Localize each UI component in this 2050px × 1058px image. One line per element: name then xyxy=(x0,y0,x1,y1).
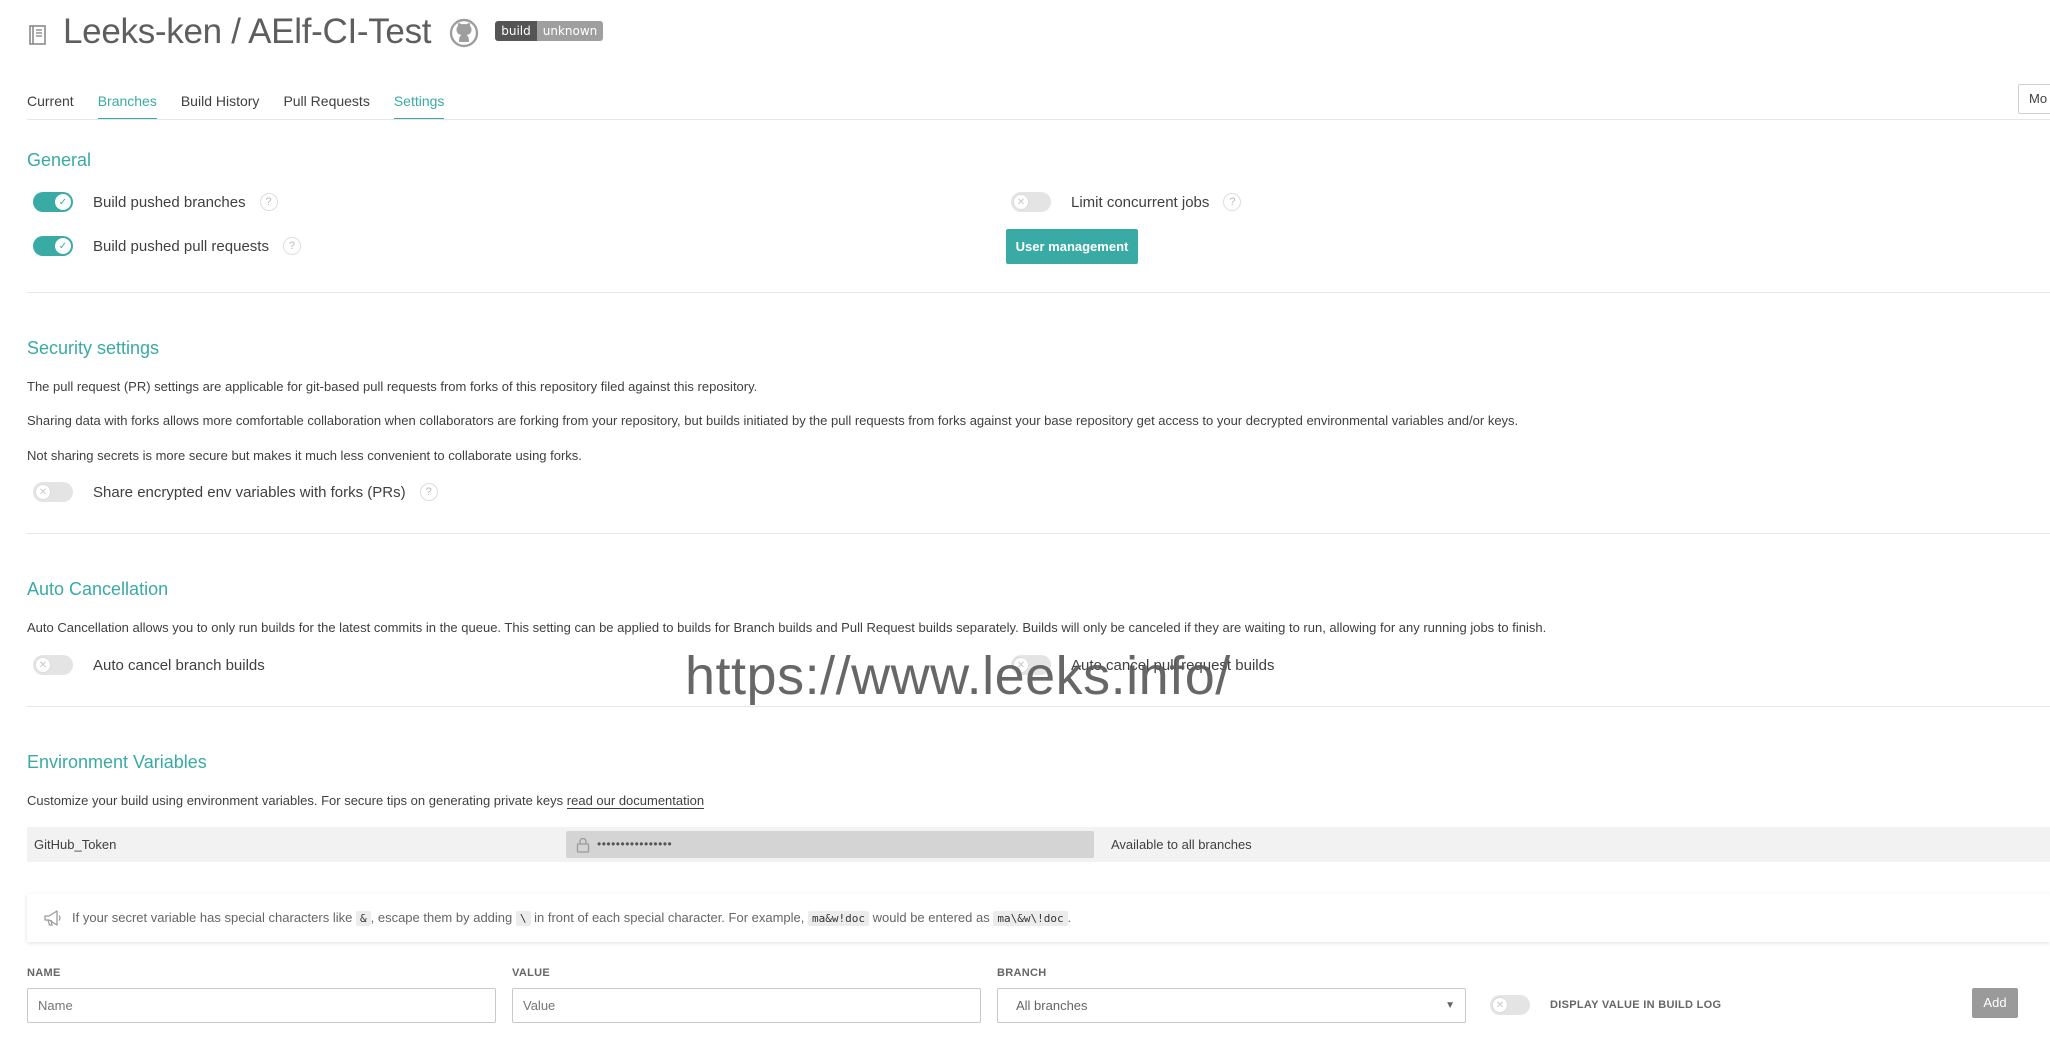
name-label: NAME xyxy=(27,967,61,979)
value-label: VALUE xyxy=(512,967,550,979)
display-value-row: ✕ DISPLAY VALUE IN BUILD LOG xyxy=(1490,995,1721,1015)
add-button[interactable]: Add xyxy=(1972,988,2018,1018)
auto-cancel-title: Auto Cancellation xyxy=(27,579,169,599)
env-vars-description-line: Customize your build using environment v… xyxy=(27,793,705,809)
notice-part: . xyxy=(1067,910,1072,925)
security-title: Security settings xyxy=(27,338,160,358)
limit-concurrent-label: Limit concurrent jobs xyxy=(1071,193,1210,211)
name-input[interactable] xyxy=(27,988,496,1023)
security-para-1: The pull request (PR) settings are appli… xyxy=(27,379,758,394)
branch-selected-value: All branches xyxy=(1016,998,1088,1013)
tab-pull-requests[interactable]: Pull Requests xyxy=(283,90,369,120)
general-title: General xyxy=(27,150,92,170)
share-env-row: ✕ Share encrypted env variables with for… xyxy=(33,480,438,504)
auto-cancel-description: Auto Cancellation allows you to only run… xyxy=(27,620,1547,635)
build-status-badge[interactable]: build unknown xyxy=(495,21,604,41)
build-pushed-prs-row: ✓ Build pushed pull requests ? xyxy=(33,234,301,258)
x-icon: ✕ xyxy=(35,657,51,673)
build-pushed-branches-row: ✓ Build pushed branches ? xyxy=(33,190,278,214)
branch-select[interactable]: All branches ▼ xyxy=(997,988,1466,1023)
notice-part: in front of each special character. For … xyxy=(534,910,805,925)
badge-label: build xyxy=(495,21,537,41)
x-icon: ✕ xyxy=(1013,194,1029,210)
chevron-down-icon: ▼ xyxy=(1445,1000,1455,1011)
security-para-2: Sharing data with forks allows more comf… xyxy=(27,413,1519,428)
megaphone-icon xyxy=(44,910,61,926)
build-pushed-branches-label: Build pushed branches xyxy=(93,193,246,211)
share-env-label: Share encrypted env variables with forks… xyxy=(93,483,406,501)
security-para-3: Not sharing secrets is more secure but m… xyxy=(27,448,582,463)
build-pushed-branches-toggle[interactable]: ✓ xyxy=(33,192,73,212)
tab-current[interactable]: Current xyxy=(27,90,74,120)
display-value-toggle[interactable]: ✕ xyxy=(1490,995,1530,1015)
tab-branches[interactable]: Branches xyxy=(97,90,157,120)
section-divider xyxy=(27,533,2050,534)
auto-cancel-branch-row: ✕ Auto cancel branch builds xyxy=(33,653,265,677)
section-divider xyxy=(27,292,2050,293)
limit-concurrent-toggle[interactable]: ✕ xyxy=(1011,192,1051,212)
repo-tabs: Current Branches Build History Pull Requ… xyxy=(27,90,468,120)
env-var-name: GitHub_Token xyxy=(34,837,117,852)
tabs-divider xyxy=(27,119,2050,120)
env-vars-description: Customize your build using environment v… xyxy=(27,793,564,808)
env-var-branch: Available to all branches xyxy=(1111,837,1252,852)
watermark-text: https://www.leeks.info/ xyxy=(685,646,1231,706)
tab-build-history[interactable]: Build History xyxy=(181,90,260,120)
value-input[interactable] xyxy=(512,988,981,1023)
notice-text: If your secret variable has special char… xyxy=(72,894,1071,943)
help-icon[interactable]: ? xyxy=(259,193,278,211)
env-vars-title: Environment Variables xyxy=(27,752,207,772)
display-value-label: DISPLAY VALUE IN BUILD LOG xyxy=(1550,999,1722,1011)
share-env-toggle[interactable]: ✕ xyxy=(33,482,73,502)
x-icon: ✕ xyxy=(35,484,51,500)
help-icon[interactable]: ? xyxy=(419,483,438,501)
documentation-link[interactable]: read our documentation xyxy=(566,793,705,809)
help-icon[interactable]: ? xyxy=(282,237,301,255)
env-var-row: GitHub_Token •••••••••••••••• Available … xyxy=(27,827,2050,862)
branch-label: BRANCH xyxy=(997,967,1047,979)
limit-concurrent-row: ✕ Limit concurrent jobs ? xyxy=(1011,190,1242,214)
code-sample: \ xyxy=(515,911,531,926)
code-sample: ma&w!doc xyxy=(808,911,869,926)
x-icon: ✕ xyxy=(1492,997,1508,1013)
auto-cancel-branch-label: Auto cancel branch builds xyxy=(93,656,265,674)
auto-cancel-branch-toggle[interactable]: ✕ xyxy=(33,655,73,675)
repo-title: Leeks-ken / AElf-CI-Test xyxy=(63,12,432,51)
code-sample: ma\&w\!doc xyxy=(993,911,1068,926)
more-options-button[interactable]: Mo xyxy=(2018,84,2050,114)
special-characters-notice: If your secret variable has special char… xyxy=(27,894,2050,942)
notice-part: would be entered as xyxy=(872,910,990,925)
build-pushed-prs-label: Build pushed pull requests xyxy=(93,237,269,255)
notice-part: If your secret variable has special char… xyxy=(72,910,353,925)
tab-settings[interactable]: Settings xyxy=(393,90,445,120)
env-var-value: •••••••••••••••• xyxy=(566,831,1094,858)
help-icon[interactable]: ? xyxy=(1223,193,1242,211)
badge-status: unknown xyxy=(536,21,604,41)
repo-header: Leeks-ken / AElf-CI-Test build unknown xyxy=(27,8,604,56)
code-sample: & xyxy=(355,911,371,926)
lock-icon xyxy=(576,837,590,853)
user-management-button[interactable]: User management xyxy=(1006,229,1138,264)
github-icon[interactable] xyxy=(449,18,479,48)
check-icon: ✓ xyxy=(55,194,71,210)
masked-value: •••••••••••••••• xyxy=(597,837,673,851)
repository-icon xyxy=(29,25,46,45)
check-icon: ✓ xyxy=(55,238,71,254)
build-pushed-prs-toggle[interactable]: ✓ xyxy=(33,236,73,256)
notice-part: , escape them by adding xyxy=(370,910,513,925)
